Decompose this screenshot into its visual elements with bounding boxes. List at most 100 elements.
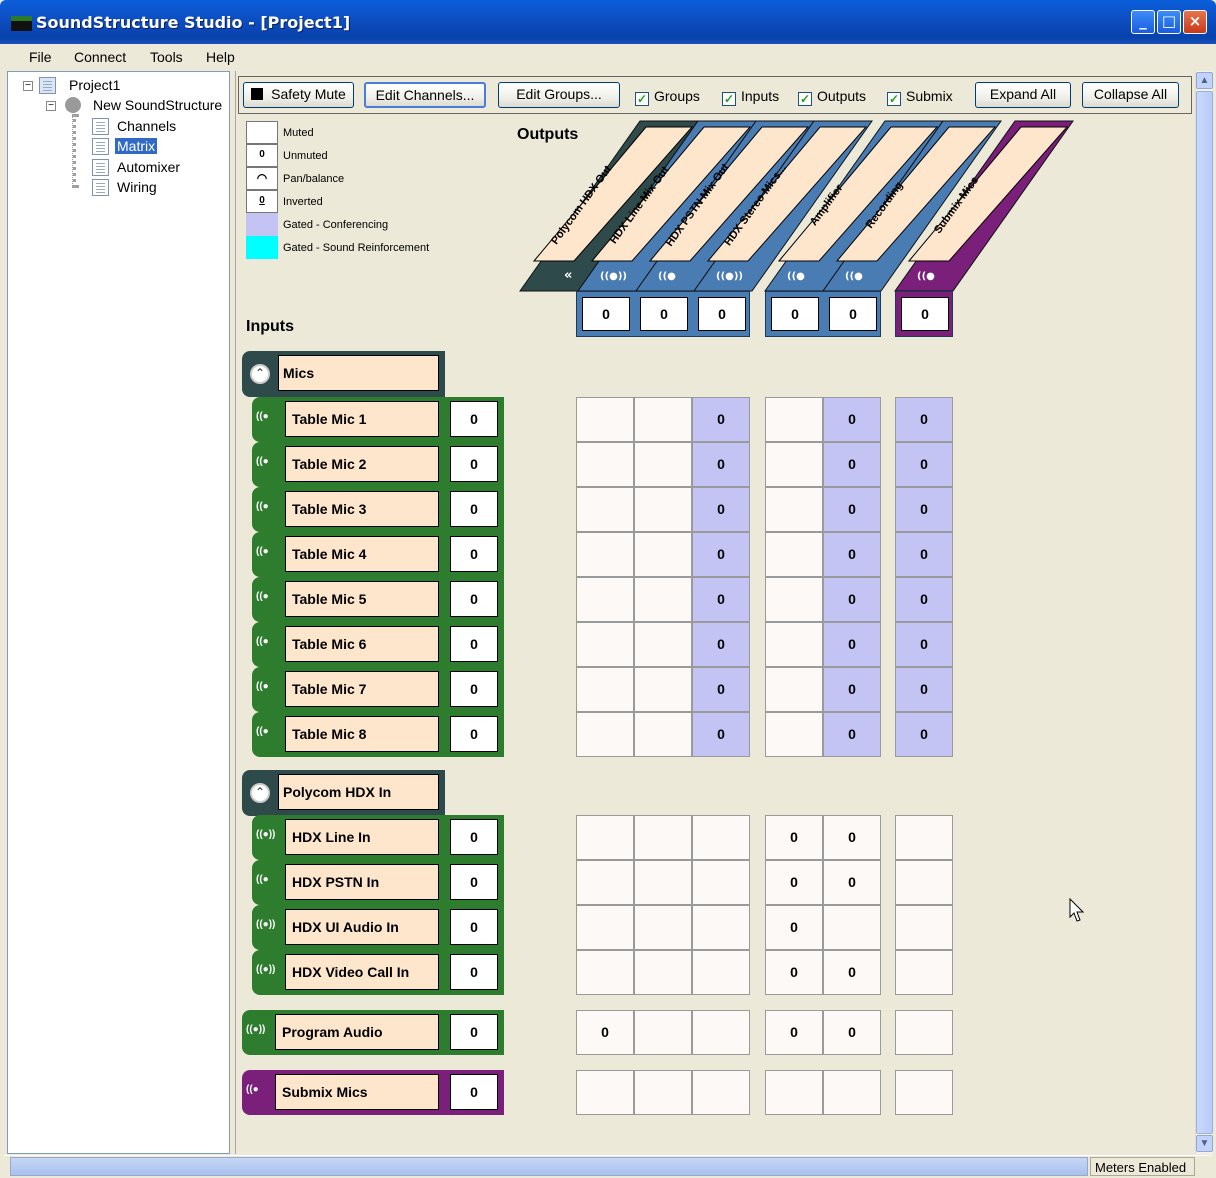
matrix-cell[interactable] [634, 905, 692, 950]
output-gain-field[interactable]: 0 [829, 297, 877, 331]
input-row-table-mic-2[interactable]: ((● Table Mic 2 0 [252, 442, 504, 487]
input-gain-field[interactable]: 0 [450, 581, 498, 617]
checkbox-checked-icon[interactable]: ✓ [887, 92, 901, 106]
matrix-cell[interactable] [576, 860, 634, 905]
matrix-cell[interactable] [765, 397, 823, 442]
outputs-checkbox[interactable]: ✓ Outputs [798, 88, 866, 106]
collapse-project-icon[interactable]: − [23, 81, 33, 91]
matrix-cell[interactable]: 0 [765, 860, 823, 905]
matrix-cell[interactable] [576, 397, 634, 442]
matrix-cell[interactable]: 0 [765, 1010, 823, 1055]
input-row-table-mic-1[interactable]: ((● Table Mic 1 0 [252, 397, 504, 442]
input-row-table-mic-5[interactable]: ((● Table Mic 5 0 [252, 577, 504, 622]
matrix-cell[interactable]: 0 [692, 442, 750, 487]
matrix-cell[interactable]: 0 [823, 442, 881, 487]
checkbox-checked-icon[interactable]: ✓ [635, 92, 649, 106]
output-gain-field[interactable]: 0 [771, 297, 819, 331]
menu-help[interactable]: Help [206, 49, 235, 65]
tree-item-automixer[interactable]: Automixer [115, 159, 182, 175]
matrix-cell[interactable]: 0 [765, 905, 823, 950]
output-gain-field[interactable]: 0 [901, 297, 949, 331]
matrix-cell[interactable] [692, 1010, 750, 1055]
input-gain-field[interactable]: 0 [450, 536, 498, 572]
output-gain-field[interactable]: 0 [698, 297, 746, 331]
matrix-cell[interactable]: 0 [823, 532, 881, 577]
matrix-cell[interactable]: 0 [895, 667, 953, 712]
matrix-cell[interactable] [576, 577, 634, 622]
safety-mute-button[interactable]: Safety Mute [243, 82, 354, 108]
tree-item-wiring[interactable]: Wiring [115, 179, 159, 195]
matrix-cell[interactable] [895, 1010, 953, 1055]
input-gain-field[interactable]: 0 [450, 1014, 498, 1050]
matrix-cell[interactable] [634, 397, 692, 442]
matrix-cell[interactable] [634, 667, 692, 712]
input-gain-field[interactable]: 0 [450, 716, 498, 752]
matrix-cell[interactable] [576, 712, 634, 757]
scroll-thumb[interactable] [1196, 91, 1213, 1134]
project-tree[interactable]: − Project1 − New SoundStructure Channels… [7, 71, 230, 1154]
input-row-table-mic-4[interactable]: ((● Table Mic 4 0 [252, 532, 504, 577]
matrix-cell[interactable] [765, 622, 823, 667]
input-gain-field[interactable]: 0 [450, 864, 498, 900]
matrix-cell[interactable] [765, 487, 823, 532]
scroll-down-button[interactable]: ▼ [1196, 1135, 1213, 1152]
matrix-cell[interactable] [576, 1070, 634, 1115]
output-gain-field[interactable]: 0 [582, 297, 630, 331]
input-gain-field[interactable]: 0 [450, 819, 498, 855]
matrix-cell[interactable] [634, 1010, 692, 1055]
input-row-program-audio[interactable]: ((●)) Program Audio 0 [242, 1010, 504, 1055]
matrix-cell[interactable]: 0 [692, 487, 750, 532]
matrix-cell[interactable] [634, 577, 692, 622]
input-gain-field[interactable]: 0 [450, 954, 498, 990]
matrix-cell[interactable]: 0 [823, 622, 881, 667]
input-row-submix-mics[interactable]: ((● Submix Mics 0 [242, 1070, 504, 1115]
matrix-cell[interactable] [634, 487, 692, 532]
matrix-cell[interactable] [692, 950, 750, 995]
input-row-hdx-video-call-in[interactable]: ((●)) HDX Video Call In 0 [252, 950, 504, 995]
matrix-cell[interactable] [895, 860, 953, 905]
input-gain-field[interactable]: 0 [450, 401, 498, 437]
collapse-all-button[interactable]: Collapse All [1082, 82, 1179, 108]
matrix-cell[interactable]: 0 [692, 712, 750, 757]
input-row-table-mic-8[interactable]: ((● Table Mic 8 0 [252, 712, 504, 757]
matrix-cell[interactable]: 0 [692, 622, 750, 667]
matrix-cell[interactable] [895, 905, 953, 950]
input-gain-field[interactable]: 0 [450, 491, 498, 527]
input-gain-field[interactable]: 0 [450, 1074, 498, 1110]
collapse-outputs-icon[interactable]: « [564, 268, 572, 283]
matrix-cell[interactable]: 0 [692, 397, 750, 442]
matrix-cell[interactable] [765, 577, 823, 622]
matrix-cell[interactable] [634, 712, 692, 757]
matrix-cell[interactable] [576, 667, 634, 712]
matrix-cell[interactable] [576, 905, 634, 950]
matrix-cell[interactable]: 0 [765, 950, 823, 995]
scroll-up-button[interactable]: ▲ [1196, 72, 1213, 89]
matrix-cell[interactable]: 0 [823, 1010, 881, 1055]
matrix-cell[interactable] [576, 532, 634, 577]
matrix-cell[interactable] [823, 905, 881, 950]
collapse-group-icon[interactable]: ⌃ [250, 364, 270, 384]
submix-checkbox[interactable]: ✓ Submix [887, 88, 953, 106]
matrix-cell[interactable] [634, 950, 692, 995]
matrix-cell[interactable] [576, 487, 634, 532]
matrix-cell[interactable]: 0 [823, 950, 881, 995]
input-row-table-mic-7[interactable]: ((● Table Mic 7 0 [252, 667, 504, 712]
close-button[interactable]: × [1183, 10, 1207, 34]
matrix-cell[interactable] [576, 950, 634, 995]
tree-item-matrix[interactable]: Matrix [115, 138, 158, 154]
expand-all-button[interactable]: Expand All [975, 82, 1071, 108]
edit-groups-button[interactable]: Edit Groups... [498, 82, 620, 108]
input-row-hdx-line-in[interactable]: ((●)) HDX Line In 0 [252, 815, 504, 860]
matrix-cell[interactable]: 0 [895, 532, 953, 577]
matrix-cell[interactable] [692, 815, 750, 860]
matrix-cell[interactable] [634, 1070, 692, 1115]
matrix-cell[interactable] [895, 950, 953, 995]
matrix-cell[interactable] [634, 860, 692, 905]
matrix-cell[interactable]: 0 [895, 397, 953, 442]
edit-channels-button[interactable]: Edit Channels... [364, 82, 486, 108]
checkbox-checked-icon[interactable]: ✓ [722, 92, 736, 106]
vertical-scrollbar[interactable]: ▲ ▼ [1195, 71, 1213, 1154]
input-gain-field[interactable]: 0 [450, 626, 498, 662]
minimize-button[interactable]: _ [1131, 10, 1155, 34]
groups-checkbox[interactable]: ✓ Groups [635, 88, 700, 106]
